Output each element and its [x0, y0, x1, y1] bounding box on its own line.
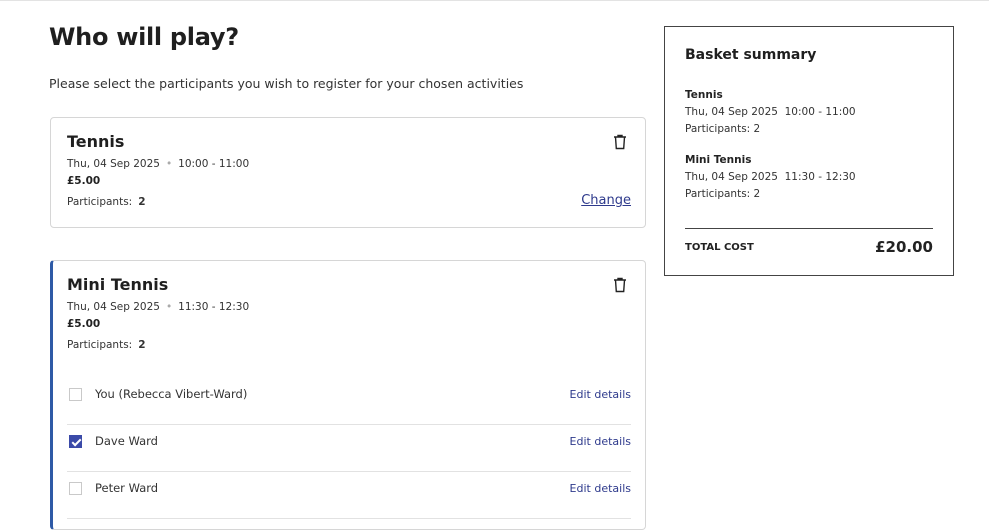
activity-card-tennis: Tennis Thu, 04 Sep 2025 • 10:00 - 11:00 £5…	[50, 117, 646, 228]
activity-time: 11:30 - 12:30	[178, 301, 250, 313]
basket-summary: Basket summary Tennis Thu, 04 Sep 2025 1…	[664, 26, 954, 276]
participant-name: You (Rebecca Vibert-Ward)	[95, 387, 248, 401]
participant-checkbox[interactable]	[69, 388, 82, 401]
basket-title: Basket summary	[685, 47, 817, 63]
participant-row: Peter Ward Edit details	[67, 472, 631, 519]
basket-item-name: Tennis	[685, 89, 723, 101]
basket-item-datetime: Thu, 04 Sep 2025 11:30 - 12:30	[685, 171, 856, 183]
separator-dot: •	[165, 158, 173, 170]
activity-datetime: Thu, 04 Sep 2025 • 11:30 - 12:30	[67, 301, 249, 313]
basket-item-participants: Participants: 2	[685, 188, 761, 200]
activity-title: Mini Tennis	[67, 275, 169, 294]
page-title: Who will play?	[49, 23, 239, 51]
basket-item-participants: Participants: 2	[685, 123, 761, 135]
participants-count: 2	[138, 339, 146, 351]
change-link[interactable]: Change	[581, 193, 631, 208]
trash-icon[interactable]	[613, 277, 627, 293]
basket-item: Mini Tennis Thu, 04 Sep 2025 11:30 - 12:…	[685, 152, 856, 203]
basket-item: Tennis Thu, 04 Sep 2025 10:00 - 11:00 Pa…	[685, 87, 856, 138]
activity-time: 10:00 - 11:00	[178, 158, 250, 170]
activity-price: £5.00	[67, 318, 101, 330]
activity-card-mini-tennis: Mini Tennis Thu, 04 Sep 2025 • 11:30 - 12:…	[50, 260, 646, 530]
participant-checkbox-checked[interactable]	[69, 435, 82, 448]
trash-icon[interactable]	[613, 134, 627, 150]
basket-item-name: Mini Tennis	[685, 154, 752, 166]
activity-datetime: Thu, 04 Sep 2025 • 10:00 - 11:00	[67, 158, 249, 170]
basket-divider	[685, 228, 933, 229]
basket-item-datetime: Thu, 04 Sep 2025 10:00 - 11:00	[685, 106, 856, 118]
participant-checkbox[interactable]	[69, 482, 82, 495]
total-cost-label: TOTAL COST	[685, 242, 754, 253]
activity-price: £5.00	[67, 175, 101, 187]
participant-name: Peter Ward	[95, 481, 159, 495]
edit-details-link[interactable]: Edit details	[570, 435, 631, 448]
total-cost-value: £20.00	[875, 238, 933, 256]
participant-row: You (Rebecca Vibert-Ward) Edit details	[67, 378, 631, 425]
activity-date: Thu, 04 Sep 2025	[67, 301, 160, 313]
activity-title: Tennis	[67, 132, 125, 151]
page-subtitle: Please select the participants you wish …	[49, 76, 524, 91]
activity-participants: Participants: 2	[67, 339, 146, 351]
participants-count: 2	[138, 196, 146, 208]
activity-date: Thu, 04 Sep 2025	[67, 158, 160, 170]
separator-dot: •	[165, 301, 173, 313]
participant-list: You (Rebecca Vibert-Ward) Edit details D…	[67, 378, 631, 519]
participants-label: Participants:	[67, 339, 133, 351]
participant-name: Dave Ward	[95, 434, 158, 448]
edit-details-link[interactable]: Edit details	[570, 482, 631, 495]
edit-details-link[interactable]: Edit details	[570, 388, 631, 401]
activity-participants: Participants: 2	[67, 196, 146, 208]
participant-row: Dave Ward Edit details	[67, 425, 631, 472]
participants-label: Participants:	[67, 196, 133, 208]
